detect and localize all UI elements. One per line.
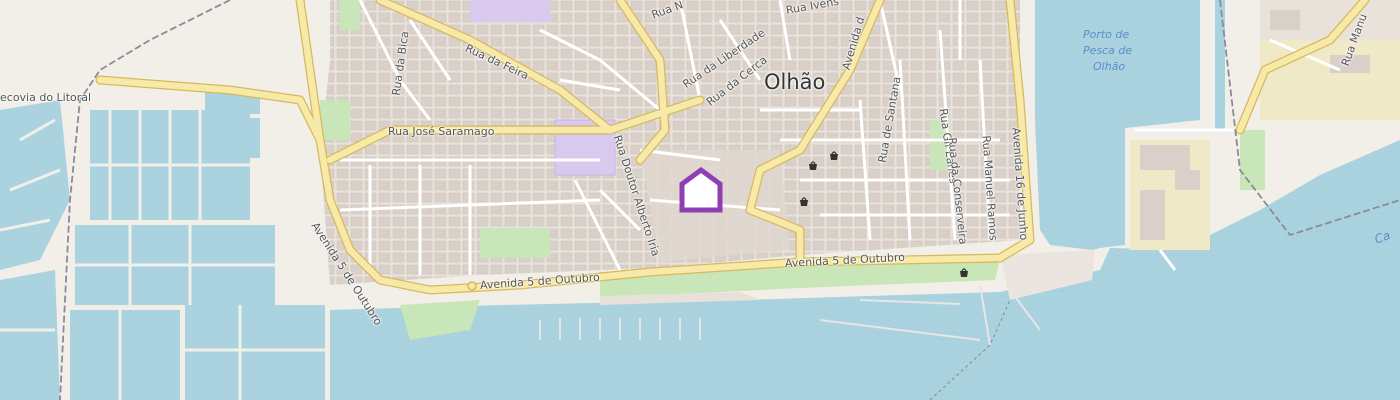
harbor-label-line2: Pesca de — [1083, 44, 1133, 57]
shop-icon[interactable] — [798, 196, 810, 208]
roundabout-icon — [467, 281, 477, 291]
home-marker-icon[interactable] — [678, 166, 724, 214]
street-label-ecovia: ecovia do Litoral — [0, 91, 92, 104]
town-label: Olhão — [764, 70, 826, 94]
shop-icon[interactable] — [807, 160, 819, 172]
shop-icon[interactable] — [828, 150, 840, 162]
harbor-label-line1: Porto de — [1083, 28, 1130, 41]
map-canvas[interactable]: Olhão Porto de Pesca de Olhão Ca Rua N R… — [0, 0, 1400, 400]
harbor-label-line3: Olhão — [1093, 60, 1126, 73]
shop-icon[interactable] — [958, 267, 970, 279]
street-label-rua-jose-saramago: Rua José Saramago — [388, 125, 495, 138]
